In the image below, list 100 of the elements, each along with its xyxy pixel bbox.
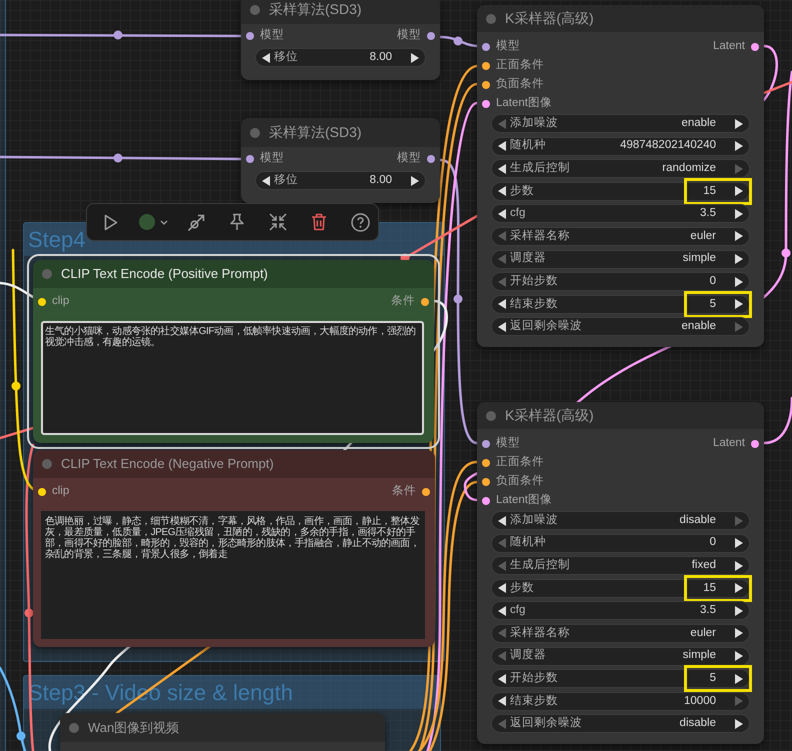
widget-label: 步数 [510, 184, 534, 199]
widget-field[interactable]: 移位 8.00 [255, 48, 426, 67]
widget-field[interactable]: 生成后控制 fixed [491, 556, 750, 576]
link-midpoint-icon[interactable] [12, 382, 20, 390]
right-arrow-icon[interactable] [735, 254, 743, 264]
right-arrow-icon[interactable] [735, 560, 743, 571]
right-arrow-icon[interactable] [735, 583, 743, 594]
widget-value: 3.5 [700, 206, 716, 222]
link-midpoint-icon[interactable] [114, 30, 122, 40]
right-arrow-icon[interactable] [411, 176, 419, 186]
left-arrow-icon[interactable] [498, 164, 506, 174]
widget-label: 返回剩余噪波 [510, 716, 582, 732]
left-arrow-icon[interactable] [262, 176, 270, 186]
left-arrow-icon[interactable] [498, 322, 506, 332]
right-arrow-icon[interactable] [735, 628, 743, 638]
left-arrow-icon[interactable] [498, 299, 506, 310]
widget-value: 10000 [684, 694, 716, 709]
widget-field[interactable]: cfg 3.5 [491, 204, 750, 224]
widget-value: 5 [710, 671, 716, 686]
input-label: clip [52, 294, 70, 309]
input-label: 模型 [496, 436, 520, 451]
link-midpoint-icon[interactable] [782, 248, 790, 258]
link-midpoint-icon[interactable] [16, 732, 26, 740]
widget-value: 15 [703, 580, 716, 596]
widget-value: 498748202140240 [620, 138, 716, 154]
left-arrow-icon[interactable] [498, 141, 506, 152]
widget-field[interactable]: 返回剩余噪波 disable [491, 714, 750, 734]
widget-label: cfg [510, 603, 526, 618]
widget-field[interactable]: cfg 3.5 [491, 601, 750, 620]
widget-label: 调度器 [510, 250, 546, 266]
widget-field[interactable]: 返回剩余噪波 enable [491, 317, 750, 336]
widget-field[interactable]: 调度器 simple [491, 250, 750, 269]
widget-field[interactable]: 添加噪波 enable [491, 114, 750, 133]
widget-field[interactable]: 随机种 498748202140240 [491, 136, 750, 156]
right-arrow-icon[interactable] [735, 606, 743, 616]
widget-field[interactable]: 调度器 simple [491, 646, 750, 666]
widget-field[interactable]: 生成后控制 randomize [491, 159, 750, 178]
right-arrow-icon[interactable] [411, 52, 419, 62]
output-label: 条件 [392, 484, 416, 499]
input-label: 负面条件 [496, 76, 544, 92]
node-title: CLIP Text Encode (Negative Prompt) [61, 455, 274, 474]
pin-icon [229, 213, 245, 231]
left-arrow-icon[interactable] [498, 208, 506, 219]
trash-icon [311, 213, 327, 231]
right-arrow-icon[interactable] [735, 299, 743, 310]
widget-value: enable [681, 319, 716, 334]
widget-field[interactable]: 开始步数 0 [491, 272, 750, 292]
widget-value: 0 [710, 274, 716, 290]
left-arrow-icon[interactable] [498, 606, 506, 616]
link-midpoint-icon[interactable] [454, 36, 462, 46]
widget-label: 步数 [510, 580, 534, 596]
right-arrow-icon[interactable] [735, 538, 743, 548]
input-label: 正面条件 [496, 58, 544, 73]
input-label: 模型 [260, 28, 284, 43]
widget-value: 5 [710, 296, 716, 312]
widget-label: 开始步数 [510, 274, 558, 290]
help-icon [350, 212, 370, 232]
node-title: K采样器(高级) [505, 406, 594, 425]
prompt-textarea[interactable]: 生气的小猫咪，动感夸张的社交媒体GIF动画，低帧率快速动画，大幅度的动作，强烈的视觉冲击感，有趣的运镜。 [41, 321, 424, 435]
widget-label: 随机种 [510, 138, 546, 154]
widget-value: randomize [662, 161, 716, 176]
widget-field[interactable]: 采样器名称 euler [491, 226, 750, 246]
input-label: 负面条件 [496, 474, 544, 489]
right-arrow-icon[interactable] [735, 718, 743, 729]
widget-field[interactable]: 采样器名称 euler [491, 624, 750, 643]
link-midpoint-icon[interactable] [24, 608, 34, 618]
right-arrow-icon[interactable] [735, 674, 743, 684]
node-title: CLIP Text Encode (Positive Prompt) [61, 265, 268, 284]
widget-value: simple [682, 648, 716, 664]
widget-label: 结束步数 [510, 296, 558, 312]
left-arrow-icon[interactable] [498, 516, 506, 526]
widget-label: 添加噪波 [510, 116, 558, 131]
left-arrow-icon[interactable] [262, 52, 270, 62]
right-arrow-icon[interactable] [735, 141, 743, 152]
prompt-textarea[interactable]: 色调艳丽，过曝，静态，细节模糊不清，字幕，风格，作品，画作，画面，静止，整体发灰，最差质量，低质量，JPEG压缩残留，丑陋的，残缺的，多余的手指，画得不好的手部，画得不好的脸部，畸形的，毁容的，形态畸形的肢体，手指融合，静止不动的画面，杂乱的背景，三条腿，背景人很多，倒着走 [41, 511, 425, 639]
color-swatch-icon [139, 214, 155, 230]
widget-label: cfg [510, 206, 526, 222]
link-midpoint-icon[interactable] [454, 294, 462, 304]
left-arrow-icon[interactable] [498, 696, 506, 706]
left-arrow-icon[interactable] [498, 186, 506, 196]
left-arrow-icon[interactable] [498, 583, 506, 594]
right-arrow-icon[interactable] [735, 118, 743, 128]
widget-label: 结束步数 [510, 694, 558, 709]
output-label: 模型 [397, 28, 421, 43]
widget-field[interactable]: 移位 8.00 [255, 171, 426, 190]
widget-field[interactable]: 随机种 0 [491, 534, 750, 553]
right-arrow-icon[interactable] [735, 186, 743, 196]
widget-label: 移位 [274, 172, 298, 188]
link-midpoint-icon[interactable] [114, 154, 122, 162]
widget-value: 0 [710, 535, 716, 550]
widget-field[interactable]: 结束步数 10000 [491, 692, 750, 711]
left-arrow-icon[interactable] [498, 674, 506, 684]
widget-field[interactable]: 添加噪波 disable [491, 511, 750, 530]
arrow-through-circle-icon [186, 212, 206, 232]
right-arrow-icon[interactable] [735, 208, 743, 219]
right-arrow-icon[interactable] [735, 231, 743, 242]
right-arrow-icon[interactable] [735, 651, 743, 662]
right-arrow-icon[interactable] [735, 276, 743, 287]
widget-label: 生成后控制 [510, 160, 570, 176]
node-title: K采样器(高级) [505, 9, 594, 28]
